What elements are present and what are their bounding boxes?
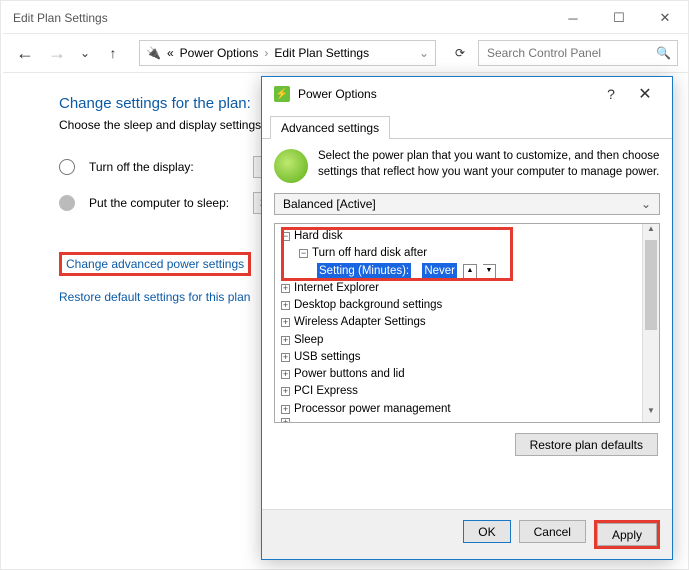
scroll-up-icon[interactable]: ▲ — [643, 224, 659, 240]
expand-icon[interactable]: + — [281, 284, 290, 293]
setting-value[interactable]: Never — [422, 263, 457, 280]
dialog-desc-text: Select the power plan that you want to c… — [318, 149, 660, 183]
dialog-panel: Select the power plan that you want to c… — [262, 139, 672, 456]
spinner[interactable]: ▼ — [483, 264, 496, 279]
window-title: Edit Plan Settings — [13, 11, 550, 25]
expand-icon[interactable]: + — [281, 418, 290, 423]
maximize-button[interactable]: ☐ — [596, 3, 642, 33]
expand-icon[interactable]: + — [281, 301, 290, 310]
navbar: ← → ⌄ ↑ 🔌 « Power Options › Edit Plan Se… — [3, 33, 688, 73]
dialog-buttons: OK Cancel Apply — [262, 509, 672, 559]
cancel-button[interactable]: Cancel — [519, 520, 586, 543]
highlight-apply: Apply — [594, 520, 660, 549]
scroll-down-icon[interactable]: ▼ — [643, 406, 659, 422]
collapse-icon[interactable]: − — [281, 232, 290, 241]
search-box[interactable]: 🔍 — [478, 40, 678, 66]
close-button[interactable]: ✕ — [642, 3, 688, 33]
chevron-right-icon: › — [264, 46, 268, 60]
breadcrumb-item[interactable]: Edit Plan Settings — [274, 46, 369, 60]
power-options-dialog: ⚡ Power Options ? ✕ Advanced settings Se… — [261, 76, 673, 560]
up-button[interactable]: ↑ — [101, 41, 125, 65]
back-button[interactable]: ← — [13, 41, 37, 65]
tree-node[interactable]: Wireless Adapter Settings — [294, 314, 426, 331]
apply-button[interactable]: Apply — [597, 523, 657, 546]
tree-node[interactable]: Power buttons and lid — [294, 366, 405, 383]
power-plug-icon: 🔌 — [146, 46, 161, 60]
expand-icon[interactable]: + — [281, 370, 290, 379]
battery-leaf-icon — [274, 149, 308, 183]
chevron-down-icon: ⌄ — [641, 197, 651, 211]
spin-up[interactable]: ▲ — [464, 265, 476, 278]
minimize-button[interactable]: ─ — [550, 3, 596, 33]
tree-node[interactable]: Turn off hard disk after — [312, 245, 427, 262]
breadcrumb[interactable]: 🔌 « Power Options › Edit Plan Settings ⌄ — [139, 40, 436, 66]
collapse-icon[interactable]: − — [299, 249, 308, 258]
expand-icon[interactable]: + — [281, 336, 290, 345]
search-input[interactable] — [485, 45, 656, 61]
tabs: Advanced settings — [262, 111, 672, 139]
expand-icon[interactable]: + — [281, 318, 290, 327]
tree-node[interactable]: Hard disk — [294, 228, 343, 245]
tree-node[interactable]: Processor power management — [294, 401, 451, 418]
dialog-titlebar: ⚡ Power Options ? ✕ — [262, 77, 672, 111]
tree-node[interactable]: Sleep — [294, 332, 323, 349]
chevron-down-icon[interactable]: ⌄ — [419, 46, 429, 60]
dialog-close-button[interactable]: ✕ — [628, 84, 662, 104]
plan-select-value: Balanced [Active] — [283, 197, 376, 211]
spin-down[interactable]: ▼ — [483, 265, 495, 278]
tree-node[interactable]: Internet Explorer — [294, 280, 379, 297]
dialog-title: Power Options — [298, 87, 594, 101]
refresh-button[interactable]: ⟳ — [450, 46, 470, 60]
tree-node[interactable]: PCI Express — [294, 383, 358, 400]
expand-icon[interactable]: + — [281, 353, 290, 362]
settings-tree[interactable]: −Hard disk −Turn off hard disk after Set… — [274, 223, 660, 423]
tab-advanced[interactable]: Advanced settings — [270, 116, 390, 139]
scroll-thumb[interactable] — [645, 240, 657, 330]
setting-label[interactable]: Setting (Minutes): — [317, 263, 411, 280]
forward-button[interactable]: → — [45, 41, 69, 65]
breadcrumb-prefix: « — [167, 46, 174, 60]
titlebar: Edit Plan Settings ─ ☐ ✕ — [3, 3, 688, 33]
advanced-link[interactable]: Change advanced power settings — [66, 257, 244, 271]
display-icon — [59, 159, 75, 175]
tree-node[interactable]: Desktop background settings — [294, 297, 442, 314]
tree-node[interactable]: USB settings — [294, 349, 360, 366]
scrollbar[interactable]: ▲ ▼ — [642, 224, 659, 422]
help-button[interactable]: ? — [594, 86, 628, 102]
search-icon: 🔍 — [656, 46, 671, 60]
sleep-icon — [59, 195, 75, 211]
restore-defaults-button[interactable]: Restore plan defaults — [515, 433, 658, 456]
power-icon: ⚡ — [274, 86, 290, 102]
breadcrumb-item[interactable]: Power Options — [180, 46, 259, 60]
spinner[interactable]: ▲ — [463, 264, 477, 279]
display-label: Turn off the display: — [89, 160, 239, 174]
history-dropdown[interactable]: ⌄ — [77, 46, 93, 60]
expand-icon[interactable]: + — [281, 405, 290, 414]
highlight-advanced-link: Change advanced power settings — [59, 252, 251, 276]
dialog-description: Select the power plan that you want to c… — [274, 149, 660, 183]
ok-button[interactable]: OK — [463, 520, 510, 543]
plan-select[interactable]: Balanced [Active] ⌄ — [274, 193, 660, 215]
expand-icon[interactable]: + — [281, 387, 290, 396]
sleep-label: Put the computer to sleep: — [89, 196, 239, 210]
